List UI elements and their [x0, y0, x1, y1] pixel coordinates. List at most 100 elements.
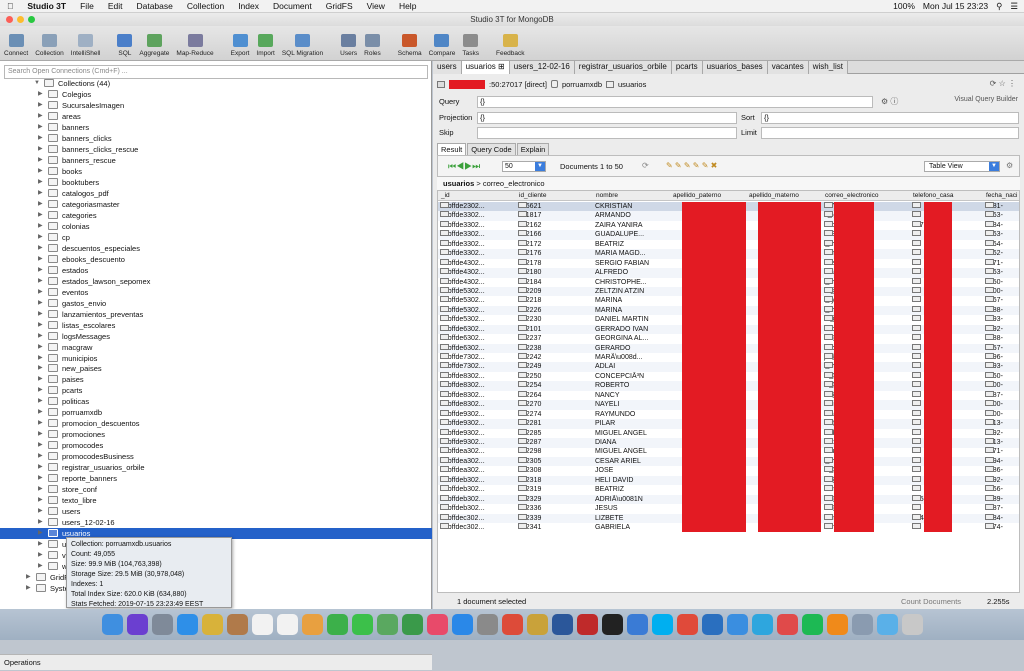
schema-button[interactable]: Schema [398, 27, 422, 60]
reminders-icon[interactable] [276, 614, 298, 635]
skip-input[interactable] [477, 127, 737, 139]
disclosure-icon[interactable]: ▶ [38, 199, 43, 210]
tree-item-listas_escolares[interactable]: ▶ listas_escolares [0, 320, 432, 331]
disclosure-icon[interactable]: ▶ [38, 495, 43, 506]
tree-item-booktubers[interactable]: ▶ booktubers [0, 177, 432, 188]
wunderlist-icon[interactable] [776, 614, 798, 635]
word-icon[interactable] [551, 614, 573, 635]
disclosure-icon[interactable]: ▶ [38, 418, 43, 429]
photos-icon[interactable] [301, 614, 323, 635]
tree-item-estados_lawson_sepomex[interactable]: ▶ estados_lawson_sepomex [0, 276, 432, 287]
mail-icon[interactable] [726, 614, 748, 635]
settings-icon[interactable] [476, 614, 498, 635]
contacts-icon[interactable] [226, 614, 248, 635]
disclosure-icon[interactable]: ▶ [38, 440, 43, 451]
tree-item-banners_clicks_rescue[interactable]: ▶ banners_clicks_rescue [0, 144, 432, 155]
tree-item-categoriasmaster[interactable]: ▶ categoriasmaster [0, 199, 432, 210]
import-button[interactable]: Import [256, 27, 275, 60]
tab-registrar_usuarios_orbile[interactable]: registrar_usuarios_orbile [574, 61, 672, 74]
view-mode-select[interactable]: Table View ▼ [924, 161, 1000, 172]
tree-item-pcarts[interactable]: ▶ pcarts [0, 385, 432, 396]
disclosure-icon[interactable]: ▶ [38, 385, 43, 396]
vlc-icon[interactable] [826, 614, 848, 635]
menu-document[interactable]: Document [266, 1, 319, 11]
operations-bar[interactable]: Operations [0, 654, 432, 670]
users-button[interactable]: Users [340, 27, 357, 60]
disclosure-icon[interactable]: ▶ [38, 407, 43, 418]
tree-item-cp[interactable]: ▶ cp [0, 232, 432, 243]
disclosure-icon[interactable]: ▶ [38, 353, 43, 364]
keynote-icon[interactable] [626, 614, 648, 635]
export-button[interactable]: Export [231, 27, 249, 60]
menu-help[interactable]: Help [392, 1, 423, 11]
disclosure-icon[interactable]: ▶ [38, 374, 43, 385]
tree-item-ebooks_descuento[interactable]: ▶ ebooks_descuento [0, 254, 432, 265]
tasks-button[interactable]: Tasks [462, 27, 479, 60]
disclosure-icon[interactable]: ▶ [38, 550, 43, 561]
tree-item-logsmessages[interactable]: ▶ logsMessages [0, 331, 432, 342]
terminal-icon[interactable] [601, 614, 623, 635]
disclosure-icon[interactable]: ▶ [38, 243, 43, 254]
more-icon[interactable]: ⋮ [1008, 79, 1016, 88]
limit-input[interactable] [761, 127, 1019, 139]
zoom-icon[interactable] [28, 16, 35, 23]
tree-item-areas[interactable]: ▶ areas [0, 111, 432, 122]
tree-item-descuentos_especiales[interactable]: ▶ descuentos_especiales [0, 243, 432, 254]
grid-icon[interactable] [676, 614, 698, 635]
projection-input[interactable]: {} [477, 112, 737, 124]
query-input[interactable]: {} [477, 96, 873, 108]
breadcrumb-root[interactable]: usuarios [443, 179, 474, 188]
column-header-id-cliente[interactable]: id_cliente [519, 192, 546, 199]
apple-menu-icon[interactable]:  [0, 1, 20, 11]
menu-view[interactable]: View [360, 1, 392, 11]
tree-item-banners[interactable]: ▶ banners [0, 122, 432, 133]
disclosure-icon[interactable]: ▶ [38, 517, 43, 528]
tree-item-users_12-02-16[interactable]: ▶ users_12-02-16 [0, 517, 432, 528]
spotify-icon[interactable] [801, 614, 823, 635]
tree-item-colonias[interactable]: ▶ colonias [0, 221, 432, 232]
database-name[interactable]: porruamxdb [562, 80, 602, 89]
maps-icon[interactable] [376, 614, 398, 635]
tree-item-promocion_descuentos[interactable]: ▶ promocion_descuentos [0, 418, 432, 429]
refresh-results-icon[interactable]: ⟳ [642, 161, 649, 170]
disclosure-icon[interactable]: ▶ [38, 320, 43, 331]
tree-collections-folder[interactable]: ▼ Collections (44) [0, 78, 432, 89]
tab-users[interactable]: users [433, 61, 462, 74]
roles-button[interactable]: Roles [364, 27, 381, 60]
pagination-icons[interactable]: ⏮◀▶⏭ [448, 161, 480, 172]
launchpad-icon[interactable] [151, 614, 173, 635]
close-icon[interactable] [6, 16, 13, 23]
disclosure-icon[interactable]: ▶ [38, 265, 43, 276]
filezilla-icon[interactable] [576, 614, 598, 635]
menu-edit[interactable]: Edit [101, 1, 130, 11]
connect-button[interactable]: Connect [4, 27, 28, 60]
column-header-correo-electronico[interactable]: correo_electronico [825, 192, 878, 199]
disclosure-icon[interactable]: ▶ [38, 111, 43, 122]
breadcrumb-field[interactable]: correo_electronico [483, 179, 545, 188]
tree-item-colegios[interactable]: ▶ Colegios [0, 89, 432, 100]
tab-wish_list[interactable]: wish_list [808, 61, 848, 74]
tree-item-politicas[interactable]: ▶ politicas [0, 396, 432, 407]
disclosure-icon[interactable]: ▶ [38, 528, 43, 539]
disclosure-icon[interactable]: ▼ [34, 78, 40, 89]
disclosure-icon[interactable]: ▶ [38, 221, 43, 232]
tree-item-sucursalesimagen[interactable]: ▶ SucursalesImagen [0, 100, 432, 111]
star-icon[interactable]: ☆ [999, 79, 1006, 88]
studio3t-icon[interactable] [701, 614, 723, 635]
calendar-icon[interactable] [251, 614, 273, 635]
column-header-apellido-materno[interactable]: apellido_materno [749, 192, 799, 199]
tree-item-new_paises[interactable]: ▶ new_paises [0, 363, 432, 374]
disclosure-icon[interactable]: ▶ [38, 144, 43, 155]
menu-collection[interactable]: Collection [180, 1, 231, 11]
folder-icon[interactable] [876, 614, 898, 635]
menu-file[interactable]: File [73, 1, 101, 11]
disclosure-icon[interactable]: ▶ [38, 451, 43, 462]
tab-pcarts[interactable]: pcarts [671, 61, 703, 74]
disclosure-icon[interactable]: ▶ [38, 429, 43, 440]
music-icon[interactable] [426, 614, 448, 635]
facetime-icon[interactable] [326, 614, 348, 635]
count-documents-button[interactable]: Count Documents [901, 595, 961, 608]
menu-index[interactable]: Index [231, 1, 266, 11]
tab-usuarios[interactable]: usuarios ⊞ [461, 61, 510, 74]
siri-icon[interactable] [126, 614, 148, 635]
